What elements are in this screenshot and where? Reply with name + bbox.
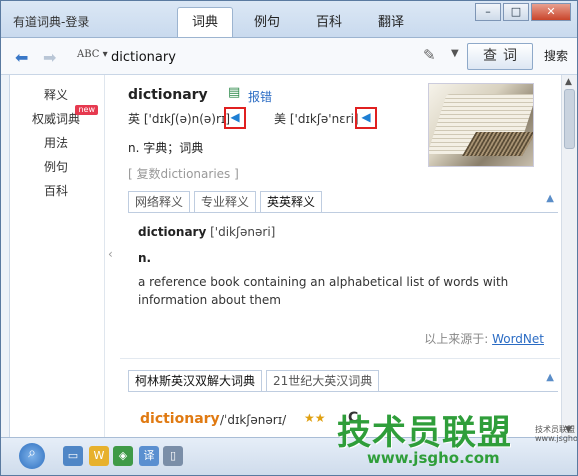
mindmap-icon[interactable]: ◈ (113, 446, 133, 466)
back-arrow-icon[interactable]: ⬅ (15, 48, 28, 67)
collins-phonetic: /ˈdɪkʃənərɪ/ (220, 413, 287, 427)
sidebar-item-definition[interactable]: 释义 (10, 83, 102, 107)
watermark-url: www.jsgho.com (367, 449, 500, 467)
us-phonetic-text: ['dɪkʃə'nɛri] (289, 112, 359, 126)
uk-label: 英 (128, 112, 141, 126)
watermark-text: 技术员联盟 (337, 413, 512, 453)
sidebar: 释义 权威词典 new 用法 例句 百科 (10, 75, 102, 437)
part-of-speech: n. (138, 251, 152, 265)
sidebar-divider (104, 75, 105, 437)
tab-examples[interactable]: 例句 (239, 7, 295, 37)
uk-phonetic: 英 ['dɪkʃ(ə)n(ə)rɪ] (128, 110, 230, 127)
wordbook-icon[interactable]: W (89, 446, 109, 466)
tab-underline (128, 212, 558, 213)
us-label: 美 (274, 112, 287, 126)
tab-21st-century[interactable]: 21世纪大英汉词典 (266, 370, 380, 392)
title-bar: 有道词典-登录 词典 例句 百科 翻译 – □ ✕ (1, 1, 577, 37)
content-area: 释义 权威词典 new 用法 例句 百科 ‹ dictionary ▤ 报错 英 … (9, 75, 561, 437)
tab-underline (128, 391, 558, 392)
frequency-stars: ★★ (304, 411, 326, 425)
uk-speaker-icon[interactable]: ◀ (224, 107, 246, 129)
sidebar-item-label: 例句 (43, 160, 68, 174)
tab-encyclopedia[interactable]: 百科 (301, 7, 357, 37)
source-note: 以上来源于: WordNet (424, 330, 544, 347)
sidebar-item-label: 权威词典 (31, 112, 80, 126)
tab-dictionary[interactable]: 词典 (177, 7, 233, 37)
window-controls: – □ ✕ (473, 3, 571, 21)
translate-icon[interactable]: 译 (139, 446, 159, 466)
headword: dictionary (128, 87, 208, 103)
screen-capture-icon[interactable]: ▭ (63, 446, 83, 466)
vertical-scrollbar[interactable]: ▲ ▼ (561, 75, 577, 437)
sidebar-item-label: 释义 (43, 88, 68, 102)
plural-form: [ 复数dictionaries ] (128, 167, 239, 181)
sidebar-item-encyclopedia[interactable]: 百科 (10, 179, 102, 203)
collapse-up-icon[interactable]: ▲ (546, 193, 554, 204)
scroll-up-icon[interactable]: ▲ (565, 77, 572, 87)
close-button[interactable]: ✕ (531, 3, 571, 21)
english-headword: dictionary ['dikʃənəri] (138, 225, 275, 239)
add-wordbook-icon[interactable]: ▤ (228, 85, 240, 100)
app-title: 有道词典-登录 (13, 15, 90, 29)
magnifier-icon[interactable]: ⌕ (19, 443, 45, 469)
forward-arrow-icon[interactable]: ➡ (43, 48, 56, 67)
us-speaker-icon[interactable]: ◀ (355, 107, 377, 129)
wordnet-link[interactable]: WordNet (492, 332, 544, 346)
web-search-button[interactable]: 搜索 (539, 43, 573, 70)
main-tabs: 词典 例句 百科 翻译 (177, 7, 425, 37)
source-prefix: 以上来源于: (424, 332, 489, 346)
sidebar-item-label: 用法 (43, 136, 68, 150)
english-word: dictionary (138, 225, 207, 239)
input-mode-selector[interactable]: ABC ▾ (77, 49, 108, 60)
collapse-up-icon[interactable]: ▲ (546, 372, 554, 383)
sidebar-item-examples[interactable]: 例句 (10, 155, 102, 179)
section-divider (120, 358, 560, 359)
dictionary-image[interactable] (428, 83, 534, 167)
maximize-button[interactable]: □ (503, 3, 529, 21)
report-error-link[interactable]: 报错 (248, 88, 272, 105)
watermark: 技术员联盟 www.jsgho.com (337, 405, 537, 475)
english-phonetic: ['dikʃənəri] (210, 225, 276, 239)
new-badge: new (75, 105, 98, 115)
sidebar-item-authoritative[interactable]: 权威词典 new (10, 105, 102, 131)
pen-icon[interactable]: ✎ (423, 46, 436, 64)
definition-tabs: 网络释义 专业释义 英英释义 (128, 191, 326, 213)
definition-panel: dictionary ▤ 报错 英 ['dɪkʃ(ə)n(ə)rɪ] ◀ 美 [… (120, 75, 561, 437)
mobile-icon[interactable]: ▯ (163, 446, 183, 466)
watermark-side-text: 技术员联盟 www.jsgho.com (535, 425, 578, 443)
collins-tabs: 柯林斯英汉双解大词典 21世纪大英汉词典 (128, 370, 383, 392)
tab-translate[interactable]: 翻译 (363, 7, 419, 37)
youdao-window: 有道词典-登录 词典 例句 百科 翻译 – □ ✕ ⬅ ➡ ABC ▾ ✎ ▼ … (0, 0, 578, 476)
search-input[interactable] (111, 45, 471, 69)
chevron-down-icon[interactable]: ▼ (451, 48, 459, 59)
sidebar-item-label: 百科 (43, 184, 68, 198)
chinese-definition: n. 字典；词典 (128, 141, 204, 155)
tab-professional-definition[interactable]: 专业释义 (194, 191, 257, 213)
tab-web-definition[interactable]: 网络释义 (128, 191, 191, 213)
lookup-button[interactable]: 查词 (467, 43, 533, 70)
tab-english-definition[interactable]: 英英释义 (260, 191, 323, 213)
scrollbar-thumb[interactable] (564, 89, 575, 149)
us-phonetic: 美 ['dɪkʃə'nɛri] (274, 110, 359, 127)
tab-collins[interactable]: 柯林斯英汉双解大词典 (128, 370, 263, 392)
uk-phonetic-text: ['dɪkʃ(ə)n(ə)rɪ] (143, 112, 231, 126)
minimize-button[interactable]: – (475, 3, 501, 21)
sidebar-item-usage[interactable]: 用法 (10, 131, 102, 155)
english-gloss: a reference book containing an alphabeti… (138, 275, 509, 307)
chevron-left-icon[interactable]: ‹ (108, 247, 113, 261)
input-mode-label: ABC (77, 49, 100, 60)
collins-headword: dictionary (140, 411, 220, 427)
search-toolbar: ⬅ ➡ ABC ▾ ✎ ▼ 查词 搜索 (1, 37, 577, 75)
